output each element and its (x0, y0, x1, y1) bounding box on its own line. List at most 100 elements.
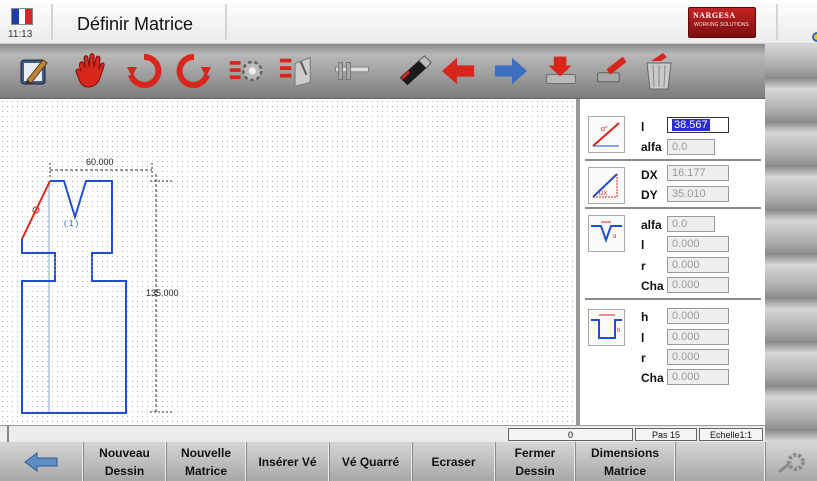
page-title: Définir Matrice (77, 14, 194, 34)
square-groove-icon: h (588, 309, 625, 346)
side-rail (765, 44, 817, 442)
close-drawing-button[interactable]: Fermer Dessin (495, 442, 575, 481)
button-label-line1: Vé Quarré (341, 454, 400, 469)
settings-button[interactable] (765, 442, 817, 481)
groove-guide (54, 257, 93, 277)
square-v-button[interactable]: Vé Quarré (329, 442, 412, 481)
r-label: r (641, 351, 646, 365)
dx-dy-icon: DX (588, 167, 625, 204)
v-groove-icon: α (588, 215, 625, 252)
parameter-panel: α° l 38.567 alfa 0.0 DX DX 16.177 DY 35.… (581, 99, 765, 425)
button-label-line1: Dimensions (590, 445, 659, 460)
v-groove-section: α alfa 0.0 l 0.000 r 0.000 Cha 0.000 (585, 209, 761, 300)
status-indicator-icon (812, 32, 817, 42)
button-label-line2: Matrice (603, 463, 647, 478)
new-die-button[interactable]: Nouvelle Matrice (166, 442, 246, 481)
brand-logo: NARGESA WORKING SOLUTIONS (688, 7, 756, 38)
drawing-canvas[interactable]: 60.000 135.000 ( 1 ) (0, 99, 580, 425)
cha-label: Cha (641, 371, 664, 385)
sq-height-input[interactable]: 0.000 (667, 308, 729, 324)
alfa-input[interactable]: 0.0 (667, 139, 715, 155)
back-button[interactable] (0, 442, 83, 481)
v-length-input[interactable]: 0.000 (667, 236, 729, 252)
load-icon[interactable] (594, 52, 630, 90)
insert-v-button[interactable]: Insérer Vé (246, 442, 329, 481)
save-icon[interactable] (543, 52, 579, 90)
step-readout: Pas 15 (635, 428, 697, 441)
forward-arrow-icon[interactable] (493, 52, 529, 90)
alfa-label: alfa (641, 140, 662, 154)
scale-readout: Echelle1:1 (699, 428, 763, 441)
h-label: h (641, 310, 649, 324)
width-dimension-label: 60.000 (86, 157, 114, 167)
overwrite-button[interactable]: Ecraser (412, 442, 495, 481)
v-alfa-input[interactable]: 0.0 (667, 216, 715, 232)
selected-segment[interactable] (21, 180, 51, 240)
height-dimension-label: 135.000 (146, 288, 179, 298)
usb-icon[interactable] (396, 52, 432, 90)
die-profile[interactable] (21, 180, 127, 414)
rotate-right-icon[interactable] (176, 52, 212, 90)
vertical-scrollbar[interactable] (576, 99, 580, 425)
sq-radius-input[interactable]: 0.000 (667, 349, 729, 365)
l-label: l (641, 120, 645, 134)
sq-chamfer-input[interactable]: 0.000 (667, 369, 729, 385)
button-label-line2: Matrice (184, 463, 228, 478)
back-arrow-icon[interactable] (440, 52, 476, 90)
cha-label: Cha (641, 279, 664, 293)
rotate-left-icon[interactable] (126, 52, 162, 90)
square-groove-section: h h 0.000 l 0.000 r 0.000 Cha 0.000 (585, 300, 761, 390)
new-drawing-button[interactable]: Nouveau Dessin (83, 442, 166, 481)
delete-icon[interactable] (641, 52, 677, 90)
svg-text:α°: α° (601, 125, 608, 133)
button-label-line2: Dessin (104, 463, 145, 478)
clock: 11:13 (8, 29, 33, 40)
r-label: r (641, 259, 646, 273)
divider (776, 4, 778, 40)
settings-icon (777, 452, 805, 473)
dy-label: DY (641, 188, 658, 202)
button-label-line1: Nouvelle (180, 445, 231, 460)
button-label-line2: Dessin (515, 463, 555, 478)
title-bar: 11:13 Définir Matrice NARGESA WORKING SO… (0, 0, 817, 44)
hand-icon[interactable] (72, 52, 108, 90)
language-flag-icon[interactable] (11, 8, 33, 25)
segment-length-section: α° l 38.567 alfa 0.0 (585, 113, 761, 161)
bottom-button-bar: Nouveau Dessin Nouvelle Matrice Insérer … (0, 442, 817, 481)
dx-pic-label: DX (599, 191, 607, 197)
button-label-line1: Insérer Vé (258, 454, 317, 469)
svg-text:h: h (617, 328, 620, 334)
divider (225, 4, 227, 40)
coordinate-readout: 0 (508, 428, 633, 441)
sq-length-input[interactable]: 0.000 (667, 329, 729, 345)
caliper-icon[interactable] (334, 52, 370, 90)
v-radius-input[interactable]: 0.000 (667, 257, 729, 273)
edit-icon[interactable] (16, 52, 52, 90)
l-label: l (641, 238, 645, 252)
l-label: l (641, 331, 645, 345)
empty-button-slot (675, 442, 765, 481)
angle-length-icon: α° (588, 116, 625, 153)
dy-input[interactable]: 35.010 (667, 186, 729, 202)
select-icon[interactable] (278, 52, 314, 90)
divider (51, 4, 53, 40)
status-bar: 0 Pas 15 Echelle1:1 (0, 425, 765, 443)
back-arrow-icon (24, 451, 58, 472)
svg-text:α: α (613, 234, 617, 240)
generate-icon[interactable] (228, 52, 264, 90)
length-input[interactable]: 38.567 (667, 117, 729, 133)
dx-dy-section: DX DX 16.177 DY 35.010 (585, 161, 761, 209)
button-label-line1: Ecraser (431, 454, 476, 469)
v-chamfer-input[interactable]: 0.000 (667, 277, 729, 293)
dx-label: DX (641, 168, 658, 182)
brand-name: NARGESA (693, 11, 736, 20)
alfa-label: alfa (641, 218, 662, 232)
button-label-line1: Nouveau (99, 445, 150, 460)
point-label: ( 1 ) (64, 219, 79, 228)
brand-tagline: WORKING SOLUTIONS (694, 22, 749, 28)
toolbar (0, 44, 765, 99)
die-dimensions-button[interactable]: Dimensions Matrice (575, 442, 675, 481)
length-value: 38.567 (672, 119, 710, 131)
status-divider (7, 426, 9, 443)
dx-input[interactable]: 16.177 (667, 165, 729, 181)
